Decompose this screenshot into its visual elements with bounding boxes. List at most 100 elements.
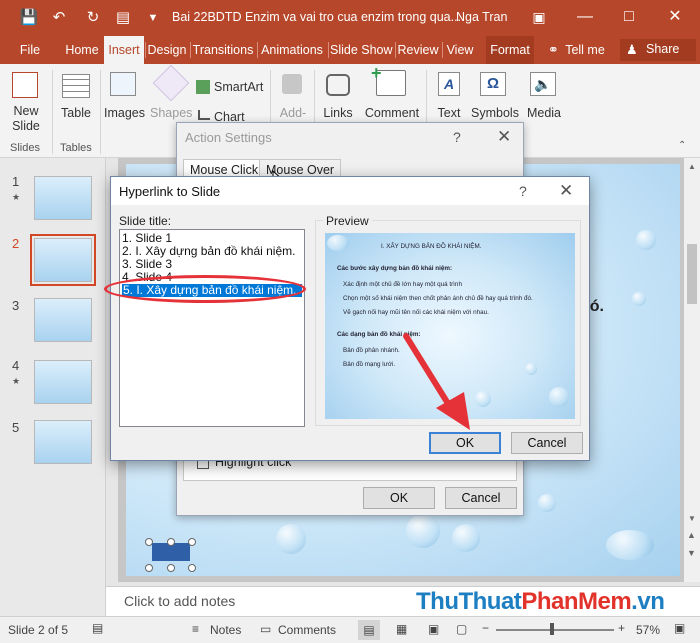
tab-separator [328, 42, 329, 58]
slide-thumbnail-1[interactable] [34, 176, 92, 220]
save-icon[interactable]: 💾 [18, 8, 40, 28]
scroll-up-icon[interactable]: ▲ [688, 162, 696, 171]
slide-title-list[interactable]: 1. Slide 1 2. I. Xây dựng bản đồ khái ni… [119, 229, 305, 427]
vertical-scrollbar[interactable]: ▲ ▼ ▲ ▼ [684, 158, 700, 582]
group-label-slides: Slides [10, 142, 40, 154]
slide-count: Slide 2 of 5 [8, 623, 69, 637]
zoom-slider-thumb[interactable] [550, 623, 554, 635]
shapes-button[interactable]: Shapes [150, 106, 192, 120]
animation-star-icon: ★ [12, 376, 21, 386]
images-icon[interactable] [110, 72, 136, 96]
links-icon[interactable] [326, 74, 350, 96]
zoom-slider[interactable] [496, 629, 614, 631]
zoom-level[interactable]: 57% [636, 623, 660, 637]
symbols-button[interactable]: Symbols [468, 106, 522, 120]
slide-thumbnail-4[interactable] [34, 360, 92, 404]
shapes-icon[interactable] [152, 64, 190, 102]
close-icon[interactable]: ✕ [497, 127, 511, 147]
tab-file[interactable]: File [12, 36, 48, 64]
resize-handle[interactable] [145, 564, 153, 572]
images-button[interactable]: Images [104, 106, 145, 120]
present-icon[interactable]: ▤ [112, 8, 134, 28]
chart-icon[interactable] [198, 110, 210, 120]
preview-bubble [549, 387, 569, 407]
normal-view-icon[interactable]: ▤ [358, 620, 380, 640]
text-icon[interactable]: A [438, 72, 460, 96]
fit-slide-icon[interactable]: ▣ [674, 621, 685, 635]
tab-transitions[interactable]: Transitions [192, 36, 254, 64]
ribbon-display-options-icon[interactable]: ▣ [516, 0, 562, 36]
tab-separator [395, 42, 396, 58]
redo-icon[interactable]: ↻ [82, 8, 104, 28]
notes-placeholder[interactable]: Click to add notes [124, 593, 235, 609]
slide-thumbnail-2[interactable] [30, 234, 96, 286]
user-name[interactable]: Nga Tran [456, 10, 507, 24]
tab-animations[interactable]: Animations [259, 36, 325, 64]
scroll-down-icon[interactable]: ▼ [688, 514, 696, 523]
action-cancel-button[interactable]: Cancel [445, 487, 517, 509]
undo-icon[interactable]: ↶ [48, 8, 70, 28]
previous-slide-icon[interactable]: ▲ [687, 530, 696, 540]
watermark-part: PhanMem [521, 588, 632, 615]
help-icon[interactable]: ? [453, 129, 461, 145]
new-slide-button[interactable]: New Slide [6, 104, 46, 134]
comments-button[interactable]: Comments [278, 623, 336, 637]
table-icon[interactable] [62, 74, 90, 98]
links-button[interactable]: Links [318, 106, 358, 120]
resize-handle[interactable] [167, 564, 175, 572]
text-button[interactable]: Text [430, 106, 468, 120]
smartart-button[interactable]: SmartArt [214, 80, 263, 94]
scroll-thumb[interactable] [687, 244, 697, 304]
notes-toggle-icon[interactable]: ≡ [192, 622, 199, 636]
resize-handle[interactable] [167, 538, 175, 546]
addins-icon[interactable] [282, 74, 302, 94]
collapse-ribbon-icon[interactable]: ⌃ [678, 140, 686, 151]
tab-design[interactable]: Design [146, 36, 188, 64]
tab-slide-show[interactable]: Slide Show [330, 36, 393, 64]
slideshow-view-icon[interactable]: ▢ [456, 622, 467, 636]
comment-icon[interactable]: + [371, 63, 406, 96]
tab-view[interactable]: View [444, 36, 476, 64]
slide-sorter-icon[interactable]: ▦ [396, 622, 407, 636]
resize-handle[interactable] [145, 538, 153, 546]
zoom-out-icon[interactable]: − [482, 621, 489, 635]
status-bar: Slide 2 of 5 ▤ ≡ Notes ▭ Comments ▤ ▦ ▣ … [0, 616, 700, 643]
action-ok-button[interactable]: OK [363, 487, 435, 509]
symbols-icon[interactable]: Ω [480, 72, 506, 96]
comment-button[interactable]: Comment [362, 106, 422, 120]
slide-thumbnail-5[interactable] [34, 420, 92, 464]
minimize-icon[interactable]: — [562, 0, 608, 36]
media-button[interactable]: Media [524, 106, 564, 120]
addins-button[interactable]: Add- [276, 106, 310, 120]
spellcheck-icon[interactable]: ▤ [92, 621, 103, 635]
share-button[interactable]: ♟ Share [620, 39, 696, 61]
close-icon[interactable]: ✕ [652, 0, 698, 36]
tab-format[interactable]: Format [486, 36, 534, 64]
close-icon[interactable]: ✕ [559, 181, 573, 201]
slide-bubble [452, 524, 480, 552]
slide-thumbnail-3[interactable] [34, 298, 92, 342]
slide-bubble [406, 514, 440, 548]
resize-handle[interactable] [188, 538, 196, 546]
hyperlink-cancel-button[interactable]: Cancel [511, 432, 583, 454]
maximize-icon[interactable]: □ [606, 0, 652, 36]
customize-quick-access-icon[interactable]: ▼ [142, 8, 164, 28]
new-slide-icon[interactable] [12, 72, 38, 98]
zoom-in-icon[interactable]: + [618, 621, 625, 635]
thumb-number: 4 [12, 358, 20, 373]
resize-handle[interactable] [188, 564, 196, 572]
preview-bullet: Bản đồ mạng lưới. [343, 361, 396, 368]
reading-view-icon[interactable]: ▣ [428, 622, 439, 636]
next-slide-icon[interactable]: ▼ [687, 548, 696, 558]
tab-review[interactable]: Review [397, 36, 439, 64]
smartart-icon[interactable] [196, 80, 210, 94]
preview-title: I. XÂY DỰNG BẢN ĐỒ KHÁI NIỆM. [381, 243, 482, 250]
media-icon[interactable]: 🔈 [530, 72, 556, 96]
notes-toggle-button[interactable]: Notes [210, 623, 241, 637]
tab-insert[interactable]: Insert [104, 36, 144, 64]
tab-home[interactable]: Home [62, 36, 102, 64]
comments-icon[interactable]: ▭ [260, 622, 271, 636]
tell-me-search[interactable]: Tell me [562, 36, 608, 64]
table-button[interactable]: Table [58, 106, 94, 120]
help-icon[interactable]: ? [519, 183, 527, 199]
